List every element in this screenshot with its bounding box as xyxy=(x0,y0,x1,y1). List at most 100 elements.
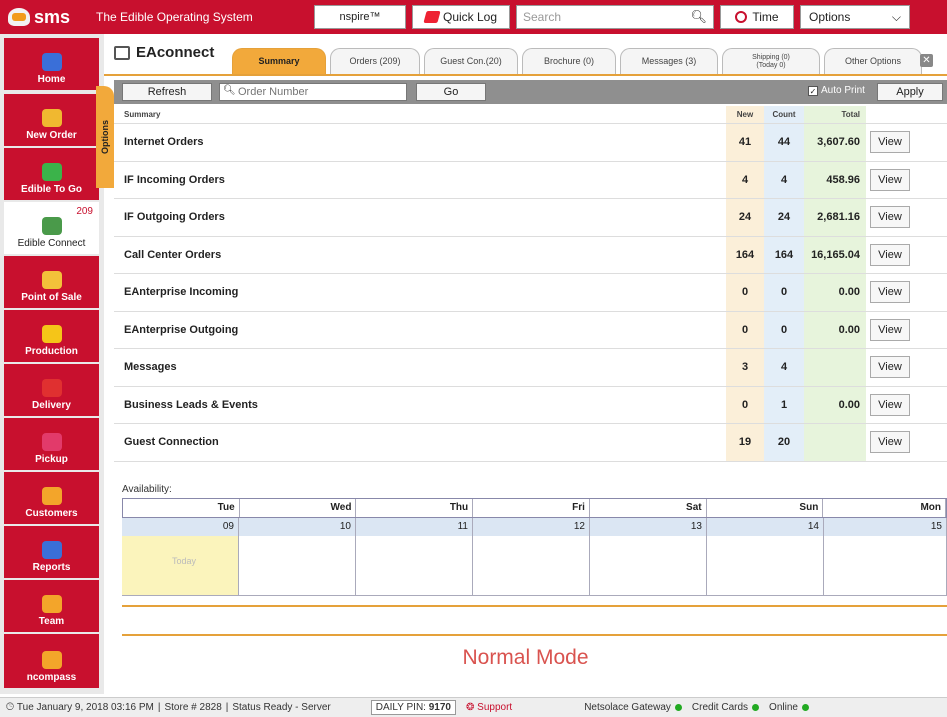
calendar-cell[interactable]: Today xyxy=(122,536,239,596)
sidebar-item-edible-to-go[interactable]: Edible To Go xyxy=(4,148,99,200)
quick-log-button[interactable]: Quick Log xyxy=(412,5,510,29)
divider xyxy=(122,634,947,636)
sidebar-item-label: Team xyxy=(38,616,65,627)
customers-icon xyxy=(41,487,62,505)
tab-summary[interactable]: Summary xyxy=(232,48,326,74)
sidebar-item-customers[interactable]: Customers xyxy=(4,472,99,524)
calendar-date: 14 xyxy=(707,518,824,536)
sidebar-item-edible-connect[interactable]: Edible Connect 209 xyxy=(4,202,99,254)
sidebar-item-label: Edible Connect xyxy=(17,238,86,249)
calendar-day-header: Tue xyxy=(123,499,240,517)
table-row: Business Leads & Events 0 1 0.00 View xyxy=(114,386,947,424)
search-icon[interactable]: 🔍︎ xyxy=(690,9,707,25)
sidebar-item-new-order[interactable]: New Order xyxy=(4,94,99,146)
table-row: IF Incoming Orders 4 4 458.96 View xyxy=(114,161,947,199)
apply-button[interactable]: Apply xyxy=(877,83,943,101)
row-count: 4 xyxy=(764,349,804,386)
table-row: EAnterprise Incoming 0 0 0.00 View xyxy=(114,274,947,312)
sidebar-badge: 209 xyxy=(76,206,93,217)
view-button[interactable]: View xyxy=(870,393,910,416)
sidebar-item-pickup[interactable]: Pickup xyxy=(4,418,99,470)
view-button[interactable]: View xyxy=(870,431,910,454)
row-label: EAnterprise Incoming xyxy=(124,286,239,299)
refresh-button[interactable]: Refresh xyxy=(122,83,212,101)
sidebar-item-reports[interactable]: Reports xyxy=(4,526,99,578)
options-side-tab[interactable]: Options xyxy=(96,86,114,188)
calendar-cell[interactable] xyxy=(824,536,947,596)
auto-print-toggle[interactable]: ✓ Auto Print xyxy=(808,85,865,96)
table-row: Guest Connection 19 20 View xyxy=(114,424,947,462)
row-actions: View xyxy=(866,162,947,199)
view-button[interactable]: View xyxy=(870,206,910,229)
tab-orders[interactable]: Orders (209) xyxy=(330,48,420,74)
support-label: Support xyxy=(477,702,513,713)
sidebar-item-label: Edible To Go xyxy=(21,184,82,195)
separator: | xyxy=(157,702,161,713)
view-button[interactable]: View xyxy=(870,356,910,379)
sidebar-item-home[interactable]: Home xyxy=(4,38,99,90)
divider xyxy=(122,605,947,607)
status-ok-icon xyxy=(674,704,682,711)
options-dropdown[interactable]: Options ⌵ xyxy=(800,5,910,29)
go-button[interactable]: Go xyxy=(416,83,486,101)
new-order-icon xyxy=(41,109,62,127)
calendar-day-header: Sun xyxy=(707,499,824,517)
sidebar-item-label: Delivery xyxy=(32,400,71,411)
view-button[interactable]: View xyxy=(870,318,910,341)
sidebar-item-point-of-sale[interactable]: Point of Sale xyxy=(4,256,99,308)
calendar-cell[interactable] xyxy=(239,536,356,596)
row-label: Business Leads & Events xyxy=(124,398,258,411)
home-icon xyxy=(41,53,62,71)
online-status: Online xyxy=(769,702,798,713)
tab-messages[interactable]: Messages (3) xyxy=(620,48,718,74)
chef-hat-icon xyxy=(8,8,30,26)
view-button[interactable]: View xyxy=(870,131,910,154)
sidebar-item-delivery[interactable]: Delivery xyxy=(4,364,99,416)
calendar-date: 12 xyxy=(473,518,590,536)
status-ok-icon xyxy=(801,704,809,711)
row-new: 4 xyxy=(726,161,764,198)
tab-brochure[interactable]: Brochure (0) xyxy=(522,48,616,74)
row-total xyxy=(804,424,866,461)
order-number-input[interactable] xyxy=(219,83,407,101)
row-new: 19 xyxy=(726,424,764,461)
tagline: The Edible Operating System xyxy=(96,10,253,24)
tab-other-options[interactable]: Other Options ✕ xyxy=(824,48,933,74)
sidebar-item-team[interactable]: Team xyxy=(4,580,99,632)
calendar-dates: 09 10 11 12 13 14 15 xyxy=(122,518,947,536)
row-new: 3 xyxy=(726,349,764,386)
options-label: Options xyxy=(809,10,851,24)
view-button[interactable]: View xyxy=(870,281,910,304)
view-button[interactable]: View xyxy=(870,168,910,191)
calendar-cell[interactable] xyxy=(473,536,590,596)
summary-table: Summary New Count Total Internet Orders 4… xyxy=(114,106,947,462)
search-input[interactable]: Search 🔍︎ xyxy=(516,5,714,29)
calendar-date: 09 xyxy=(122,518,239,536)
row-count: 164 xyxy=(764,236,804,273)
support-link[interactable]: ❂ Support xyxy=(466,702,512,713)
eaconnect-icon xyxy=(114,45,130,60)
sidebar-item-production[interactable]: Production xyxy=(4,310,99,362)
ncompass-icon xyxy=(41,651,62,669)
calendar-cell[interactable] xyxy=(356,536,473,596)
status-ok-icon xyxy=(752,704,760,711)
nspire-button[interactable]: nspire™ xyxy=(314,5,406,29)
auto-print-label: Auto Print xyxy=(821,85,865,96)
calendar-cell[interactable] xyxy=(707,536,824,596)
row-new: 0 xyxy=(726,311,764,348)
table-row: EAnterprise Outgoing 0 0 0.00 View xyxy=(114,311,947,349)
view-button[interactable]: View xyxy=(870,243,910,266)
time-button[interactable]: Time xyxy=(720,5,794,29)
sidebar-item-ncompass[interactable]: ncompass xyxy=(4,634,99,688)
lifebuoy-icon: ❂ xyxy=(465,702,475,713)
sms-logo[interactable]: sms xyxy=(0,7,96,28)
tab-guest-con[interactable]: Guest Con.(20) xyxy=(424,48,518,74)
calendar-cell[interactable] xyxy=(590,536,707,596)
close-icon[interactable]: ✕ xyxy=(920,54,933,67)
point-of-sale-icon xyxy=(41,271,62,289)
row-count: 1 xyxy=(764,386,804,423)
checkbox-checked-icon[interactable]: ✓ xyxy=(808,85,818,96)
tab-shipping[interactable]: Shipping (0) (Today 0) xyxy=(722,48,820,74)
top-bar: sms The Edible Operating System nspire™ … xyxy=(0,0,947,34)
sidebar-item-label: Reports xyxy=(32,562,71,573)
